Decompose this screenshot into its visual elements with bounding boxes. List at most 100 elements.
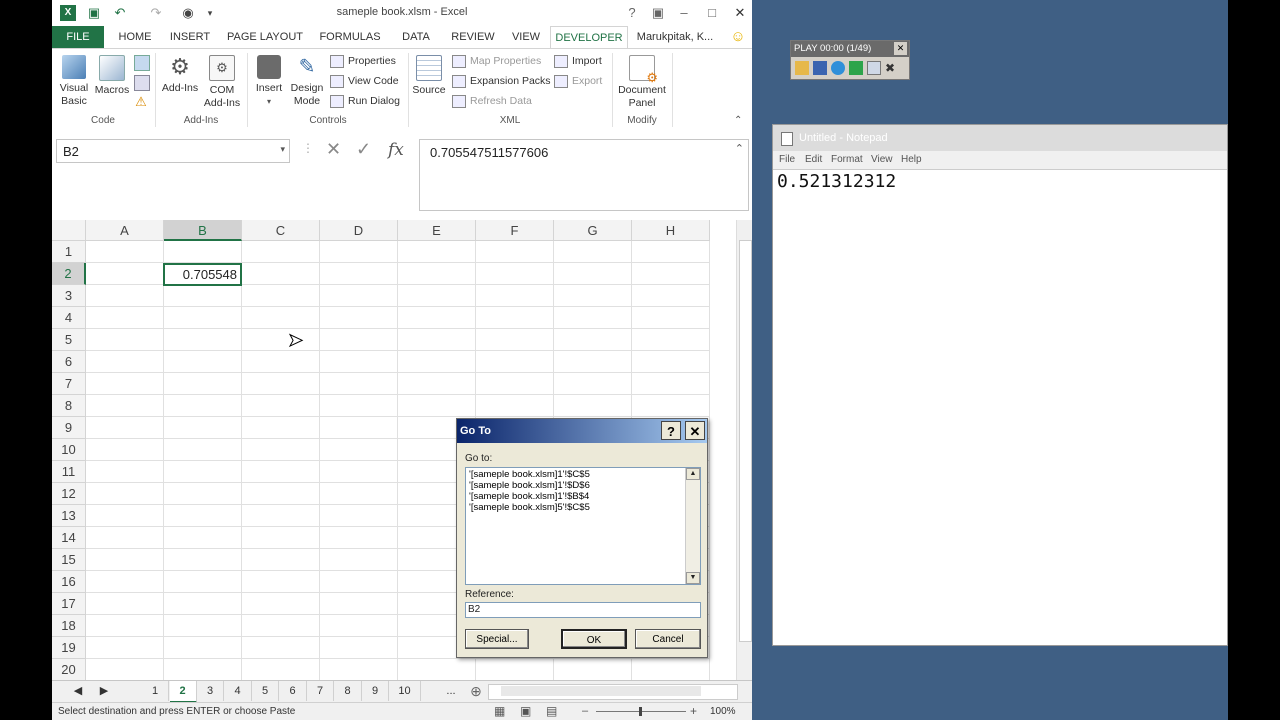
- row-header-11[interactable]: 11: [52, 461, 86, 483]
- column-header-b[interactable]: B: [164, 220, 242, 241]
- cancel-button[interactable]: Cancel: [635, 629, 701, 649]
- zoom-level[interactable]: 100%: [710, 706, 736, 717]
- user-account[interactable]: Marukpitak, K...: [630, 26, 720, 48]
- goto-list-item[interactable]: '[sameple book.xlsm]1'!$B$4: [466, 491, 700, 502]
- menu-format[interactable]: Format: [831, 154, 863, 165]
- tab-data[interactable]: DATA: [392, 26, 440, 48]
- sheet-tab-7[interactable]: 7: [307, 681, 334, 701]
- special-button[interactable]: Special...: [465, 629, 529, 649]
- import-button[interactable]: Import: [554, 53, 602, 69]
- column-header-c[interactable]: C: [242, 220, 320, 241]
- tab-developer[interactable]: DEVELOPER: [550, 26, 628, 49]
- tab-file[interactable]: FILE: [52, 26, 104, 48]
- row-header-12[interactable]: 12: [52, 483, 86, 505]
- vertical-scroll-thumb[interactable]: [739, 240, 752, 642]
- play-close-icon[interactable]: ✕: [894, 42, 907, 55]
- row-header-16[interactable]: 16: [52, 571, 86, 593]
- document-panel-button[interactable]: ⚙ Document Panel: [614, 55, 670, 110]
- tab-review[interactable]: REVIEW: [446, 26, 500, 48]
- confirm-entry-icon[interactable]: ✓: [356, 139, 371, 160]
- scroll-sheets-right-icon[interactable]: ▶: [94, 681, 114, 701]
- macros-button[interactable]: Macros: [94, 55, 130, 97]
- scroll-sheets-left-icon[interactable]: ◀: [68, 681, 88, 701]
- tab-home[interactable]: HOME: [110, 26, 160, 48]
- tools-icon[interactable]: ✖: [885, 61, 899, 75]
- design-mode-button[interactable]: ✎ Design Mode: [288, 55, 326, 108]
- row-header-5[interactable]: 5: [52, 329, 86, 351]
- tab-view[interactable]: VIEW: [506, 26, 546, 48]
- run-dialog-button[interactable]: Run Dialog: [330, 93, 400, 109]
- ribbon-display-icon[interactable]: ▣: [648, 4, 668, 22]
- goto-list-item[interactable]: '[sameple book.xlsm]1'!$C$5: [466, 469, 700, 480]
- name-box[interactable]: B2 ▾: [56, 139, 290, 163]
- row-header-17[interactable]: 17: [52, 593, 86, 615]
- column-header-e[interactable]: E: [398, 220, 476, 241]
- row-header-2[interactable]: 2: [52, 263, 86, 285]
- sheet-tab-9[interactable]: 9: [362, 681, 389, 701]
- map-properties-button[interactable]: Map Properties: [452, 53, 541, 69]
- smiley-feedback-icon[interactable]: ☺: [728, 26, 748, 48]
- formula-input[interactable]: 0.705547511577606 ⌃: [419, 139, 749, 211]
- properties-button[interactable]: Properties: [330, 53, 396, 69]
- row-header-9[interactable]: 9: [52, 417, 86, 439]
- row-header-19[interactable]: 19: [52, 637, 86, 659]
- add-ins-button[interactable]: ⚙ Add-Ins: [158, 55, 202, 95]
- notepad-text-area[interactable]: 0.521312312: [777, 171, 896, 192]
- goto-list-scrollbar[interactable]: ▲ ▼: [685, 468, 700, 584]
- name-box-dropdown-icon[interactable]: ▾: [280, 144, 285, 155]
- zoom-in-icon[interactable]: +: [690, 704, 697, 718]
- row-header-20[interactable]: 20: [52, 659, 86, 681]
- column-header-h[interactable]: H: [632, 220, 710, 241]
- help-icon[interactable]: ?: [622, 4, 642, 22]
- normal-view-icon[interactable]: ▦: [494, 704, 505, 718]
- scroll-up-icon[interactable]: ▲: [686, 468, 700, 480]
- view-code-button[interactable]: View Code: [330, 73, 399, 89]
- row-header-4[interactable]: 4: [52, 307, 86, 329]
- row-header-1[interactable]: 1: [52, 241, 86, 263]
- macro-security-icon[interactable]: ⚠: [134, 95, 148, 109]
- new-sheet-icon[interactable]: ⊕: [466, 681, 486, 701]
- play-icon[interactable]: [849, 61, 863, 75]
- row-header-14[interactable]: 14: [52, 527, 86, 549]
- row-header-3[interactable]: 3: [52, 285, 86, 307]
- minimize-icon[interactable]: –: [674, 4, 694, 22]
- sheet-tab-5[interactable]: 5: [252, 681, 279, 701]
- sheet-tab-1[interactable]: 1: [142, 681, 169, 701]
- sheet-tab-4[interactable]: 4: [225, 681, 252, 701]
- com-add-ins-button[interactable]: ⚙ COM Add-Ins: [202, 55, 242, 110]
- page-layout-view-icon[interactable]: ▣: [520, 704, 531, 718]
- sheet-tab-2[interactable]: 2: [169, 681, 197, 703]
- globe-icon[interactable]: [831, 61, 845, 75]
- collapse-ribbon-icon[interactable]: ⌃: [734, 115, 742, 126]
- goto-list-item[interactable]: '[sameple book.xlsm]1'!$D$6: [466, 480, 700, 491]
- menu-edit[interactable]: Edit: [805, 154, 822, 165]
- vertical-scrollbar[interactable]: [736, 220, 752, 680]
- source-button[interactable]: Source: [410, 55, 448, 97]
- column-header-d[interactable]: D: [320, 220, 398, 241]
- expansion-packs-button[interactable]: Expansion Packs: [452, 73, 551, 89]
- tab-page-layout[interactable]: PAGE LAYOUT: [222, 26, 308, 48]
- tab-formulas[interactable]: FORMULAS: [316, 26, 384, 48]
- ok-button[interactable]: OK: [561, 629, 627, 649]
- calendar-icon[interactable]: [867, 61, 881, 75]
- insert-control-button[interactable]: Insert ▾: [250, 55, 288, 108]
- sheet-tab-8[interactable]: 8: [335, 681, 362, 701]
- column-header-a[interactable]: A: [86, 220, 164, 241]
- more-sheets[interactable]: ...: [440, 681, 462, 701]
- zoom-slider-thumb[interactable]: [639, 707, 642, 716]
- column-header-g[interactable]: G: [554, 220, 632, 241]
- collapse-formula-bar-icon[interactable]: ⌃: [735, 142, 744, 155]
- page-break-view-icon[interactable]: ▤: [546, 704, 557, 718]
- refresh-data-button[interactable]: Refresh Data: [452, 93, 532, 109]
- menu-file[interactable]: File: [779, 154, 795, 165]
- export-button[interactable]: Export: [554, 73, 602, 89]
- row-header-18[interactable]: 18: [52, 615, 86, 637]
- record-macro-icon[interactable]: [134, 55, 150, 71]
- open-folder-icon[interactable]: [795, 61, 809, 75]
- reference-input[interactable]: B2: [465, 602, 701, 618]
- scroll-down-icon[interactable]: ▼: [686, 572, 700, 584]
- close-icon[interactable]: ✕: [730, 4, 750, 22]
- sheet-tab-6[interactable]: 6: [280, 681, 307, 701]
- goto-list[interactable]: '[sameple book.xlsm]1'!$C$5 '[sameple boo…: [465, 467, 701, 585]
- dialog-help-icon[interactable]: ?: [661, 421, 681, 440]
